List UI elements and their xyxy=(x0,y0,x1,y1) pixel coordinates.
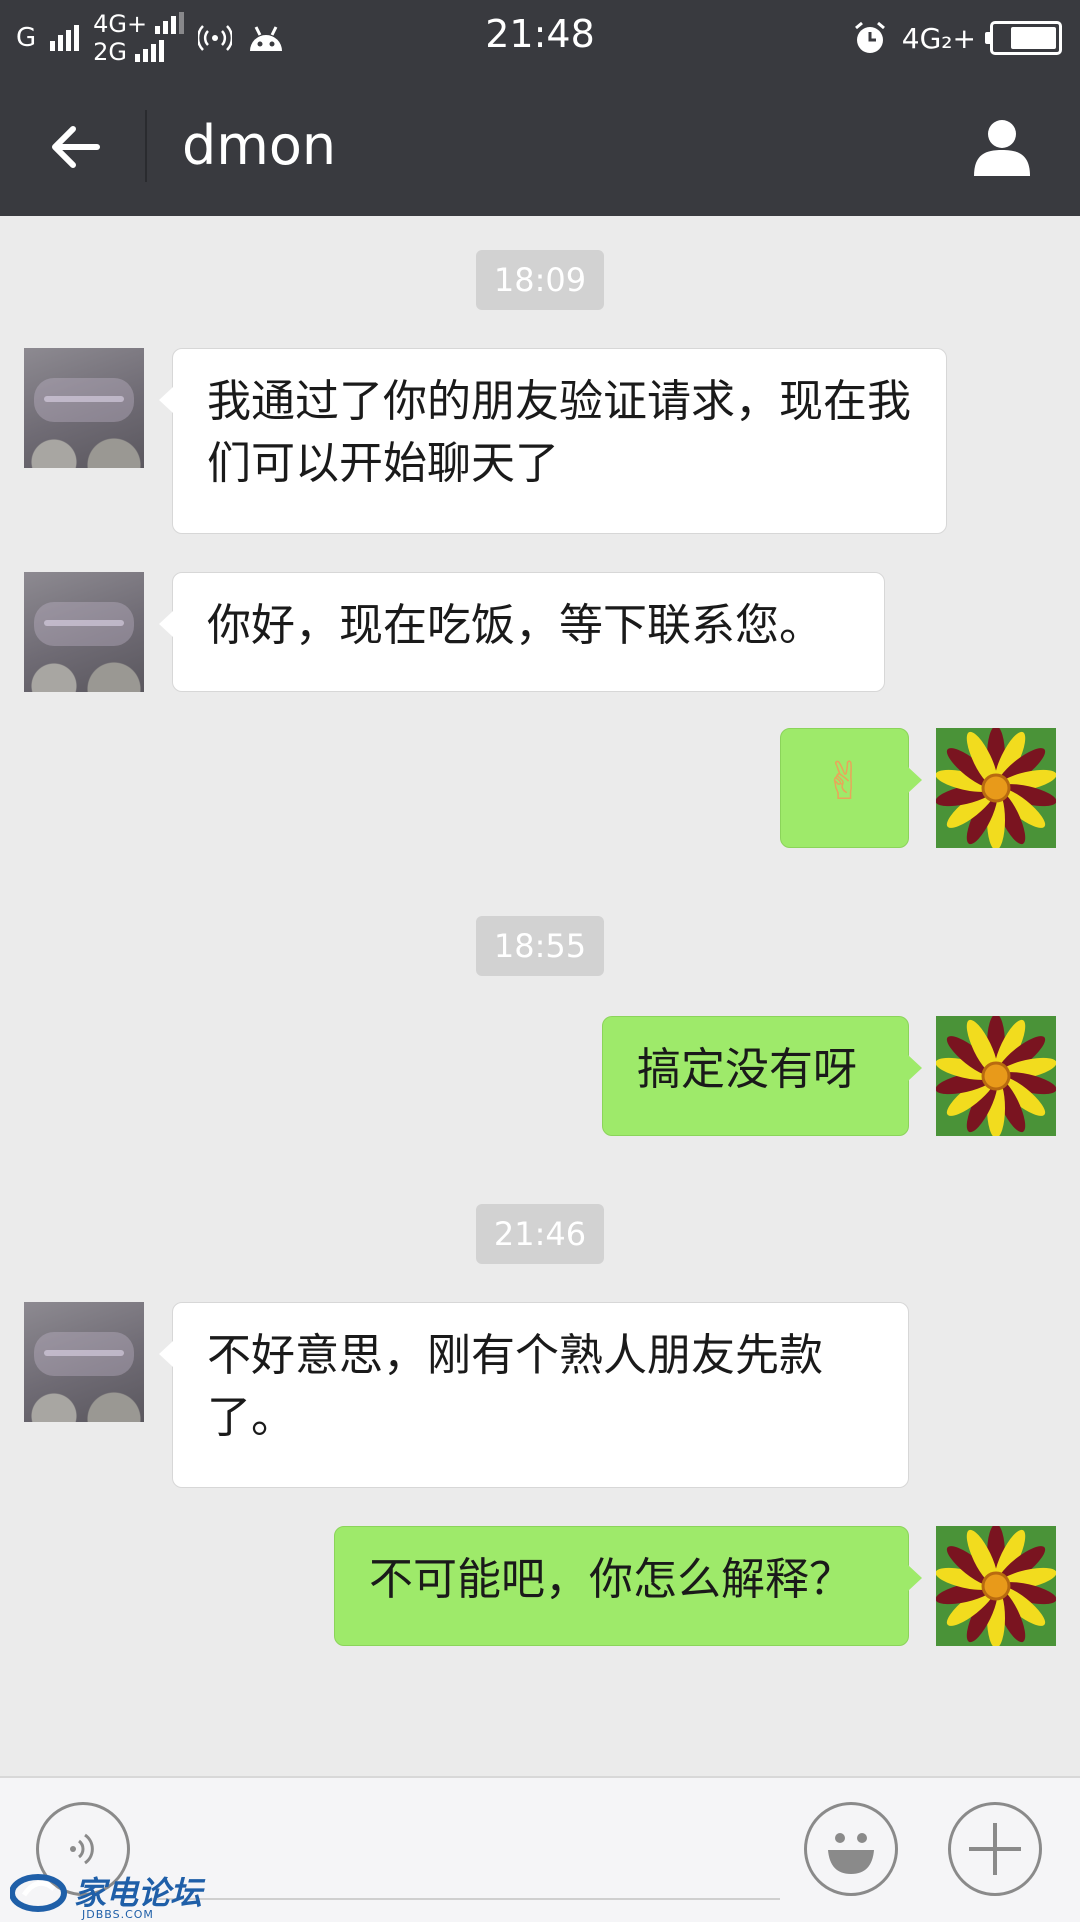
message-text: 你好，现在吃饭，等下联系您。 xyxy=(207,600,823,651)
my-avatar[interactable] xyxy=(936,1526,1056,1646)
chat-title: dmon xyxy=(182,114,337,177)
plus-icon xyxy=(969,1823,1021,1875)
my-avatar[interactable] xyxy=(936,728,1056,848)
message-text: 不可能吧，你怎么解释？ xyxy=(369,1554,853,1605)
time-divider: 21:46 xyxy=(0,1204,1080,1264)
battery-icon xyxy=(985,21,1062,55)
alarm-icon xyxy=(854,21,885,53)
flower-avatar-image xyxy=(936,1016,1056,1136)
battery-fill xyxy=(1011,27,1056,49)
voice-icon xyxy=(70,1833,94,1865)
forum-logo-icon xyxy=(10,1874,67,1912)
time-divider: 18:55 xyxy=(0,916,1080,976)
watermark-text: 家电论坛 xyxy=(74,1874,203,1912)
flower-avatar-image xyxy=(936,728,1056,848)
my-avatar[interactable] xyxy=(936,1016,1056,1136)
message-list[interactable]: 18:09 我通过了你的朋友验证请求，现在我们可以开始聊天了 你好，现在吃饭，等… xyxy=(0,216,1080,1776)
arrow-left-icon xyxy=(52,126,100,168)
victory-hand-emoji: ✌ xyxy=(822,752,867,812)
person-icon xyxy=(974,120,1030,176)
outgoing-message-bubble[interactable]: ✌ xyxy=(780,728,922,848)
avatar-pattern xyxy=(34,378,134,422)
chat-header: dmon xyxy=(0,76,1080,216)
watermark-subtext: JDBBS.COM xyxy=(82,1908,154,1921)
status-right: 4G₂+ xyxy=(852,12,1062,64)
network-type-right: 4G₂+ xyxy=(901,21,976,55)
outgoing-message-bubble[interactable]: 不可能吧，你怎么解释？ xyxy=(334,1526,922,1646)
header-divider xyxy=(145,110,147,182)
avatar-pattern xyxy=(24,438,144,468)
avatar-pattern xyxy=(24,1392,144,1422)
contact-avatar[interactable] xyxy=(24,348,144,468)
time-label: 21:46 xyxy=(475,1204,605,1264)
emoji-button[interactable] xyxy=(804,1802,898,1896)
outgoing-message-bubble[interactable]: 搞定没有呀 xyxy=(602,1016,922,1136)
time-label: 18:09 xyxy=(475,250,605,310)
incoming-message-bubble[interactable]: 你好，现在吃饭，等下联系您。 xyxy=(159,572,885,692)
avatar-pattern xyxy=(24,662,144,692)
incoming-message-bubble[interactable]: 不好意思，刚有个熟人朋友先款了。 xyxy=(159,1302,909,1488)
message-text: 搞定没有呀 xyxy=(637,1044,857,1095)
flower-avatar-image xyxy=(936,1526,1056,1646)
forum-watermark: 家电论坛 JDBBS.COM xyxy=(10,1870,203,1921)
avatar-pattern xyxy=(34,1332,134,1376)
message-text: 我通过了你的朋友验证请求，现在我们可以开始聊天了 xyxy=(207,376,911,489)
status-bar: G 4G+ 2G 21:48 4G₂+ xyxy=(0,0,1080,76)
message-input[interactable] xyxy=(150,1898,780,1900)
time-divider: 18:09 xyxy=(0,250,1080,310)
more-button[interactable] xyxy=(948,1802,1042,1896)
message-text: 不好意思，刚有个熟人朋友先款了。 xyxy=(207,1330,823,1443)
back-button[interactable] xyxy=(40,112,110,182)
input-bar: 家电论坛 JDBBS.COM xyxy=(0,1776,1080,1922)
chat-info-button[interactable] xyxy=(964,108,1040,184)
smiley-icon xyxy=(828,1833,874,1874)
incoming-message-bubble[interactable]: 我通过了你的朋友验证请求，现在我们可以开始聊天了 xyxy=(159,348,947,534)
avatar-pattern xyxy=(34,602,134,646)
contact-avatar[interactable] xyxy=(24,572,144,692)
contact-avatar[interactable] xyxy=(24,1302,144,1422)
time-label: 18:55 xyxy=(475,916,605,976)
